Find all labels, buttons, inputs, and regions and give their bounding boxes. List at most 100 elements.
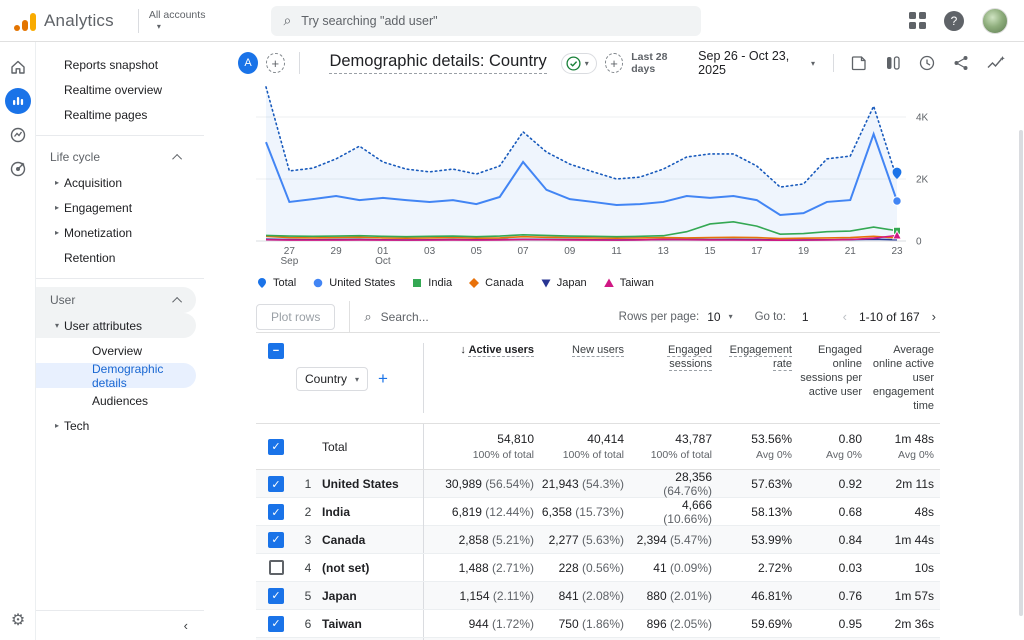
search-placeholder: Try searching "add user" — [301, 14, 437, 28]
column-header-engaged-sessions[interactable]: Engaged sessions — [630, 343, 718, 371]
plot-rows-button[interactable]: Plot rows — [256, 304, 335, 330]
sidebar-item-label: Reports snapshot — [64, 58, 158, 72]
chevron-down-icon[interactable]: ▾ — [729, 312, 733, 321]
sidebar-item-retention[interactable]: Retention — [36, 245, 196, 270]
divider — [138, 9, 139, 33]
rail-home-button[interactable] — [5, 54, 31, 80]
column-label: Active users — [469, 344, 534, 356]
date-range-picker[interactable]: Sep 26 - Oct 23, 2025 — [698, 49, 797, 77]
metric-value: 750 — [559, 617, 579, 631]
row-number: 6 — [296, 617, 320, 631]
page-scrollbar[interactable] — [1019, 130, 1023, 616]
metric-value: 0.76 — [839, 589, 862, 603]
select-all-checkbox[interactable]: − — [268, 343, 284, 359]
sidebar-item-audiences[interactable]: Audiences — [36, 388, 196, 413]
metric-value: 228 — [559, 561, 579, 575]
report-status-badge[interactable]: ▾ — [561, 53, 597, 74]
chevron-up-icon — [172, 296, 182, 306]
sidebar-item-tech[interactable]: ▸Tech — [36, 413, 196, 438]
legend-item-united-states[interactable]: United States — [312, 277, 395, 289]
legend-item-taiwan[interactable]: Taiwan — [603, 277, 654, 289]
triangle-up-icon — [603, 277, 615, 289]
sidebar-item-user-attributes[interactable]: ▾User attributes — [36, 313, 196, 338]
row-checkbox[interactable]: ✓ — [268, 616, 284, 632]
trend-chart[interactable]: 4K2K027Sep2901Oct0305070911131517192123 — [256, 84, 940, 266]
apps-grid-icon[interactable] — [909, 12, 926, 29]
row-checkbox[interactable]: ✓ — [268, 476, 284, 492]
compare-icon[interactable] — [884, 54, 902, 72]
column-label: New users — [572, 344, 624, 356]
admin-gear-icon[interactable]: ⚙ — [0, 610, 36, 630]
go-to-input[interactable]: 1 — [794, 308, 817, 326]
collapse-arrow-icon: ▸ — [50, 178, 64, 187]
column-header-active-users[interactable]: ↓ Active users — [424, 343, 540, 357]
column-header-average-online-active-user-engagement-time[interactable]: Average online active user engagement ti… — [868, 343, 940, 413]
sidebar-item-overview[interactable]: Overview — [36, 338, 196, 363]
row-checkbox[interactable]: ✓ — [268, 504, 284, 520]
table-search-input[interactable]: ⌕ Search... — [364, 309, 428, 325]
legend-item-total[interactable]: Total — [256, 277, 296, 289]
column-header-engaged-online-sessions-per-active-user[interactable]: Engaged online sessions per active user — [798, 343, 868, 399]
add-report-button[interactable]: + — [605, 53, 623, 73]
metric-cell: 880 (2.01%) — [630, 589, 718, 603]
row-number: 1 — [296, 477, 320, 491]
divider — [349, 301, 350, 333]
sidebar-item-reports-snapshot[interactable]: Reports snapshot — [36, 52, 196, 77]
totals-checkbox[interactable]: ✓ — [268, 439, 284, 455]
metric-cell: 1m 44s — [868, 533, 940, 547]
divider — [299, 52, 300, 74]
expand-arrow-icon: ▾ — [50, 321, 64, 330]
insights-clock-icon[interactable] — [918, 54, 936, 72]
notes-icon[interactable] — [850, 54, 868, 72]
table-row--not-set-: 4(not set)1,488 (2.71%)228 (0.56%)41 (0.… — [256, 554, 940, 582]
metric-cell: 228 (0.56%) — [540, 561, 630, 575]
sidebar-section-user[interactable]: User — [36, 287, 196, 313]
row-checkbox[interactable]: ✓ — [268, 532, 284, 548]
metric-percent: (5.63%) — [582, 533, 624, 547]
legend-item-canada[interactable]: Canada — [468, 277, 524, 289]
prev-page-icon[interactable]: ‹ — [839, 309, 851, 324]
collapse-sidebar-button[interactable]: ‹ — [36, 610, 204, 640]
rail-advertising-button[interactable] — [5, 156, 31, 182]
report-title[interactable]: Demographic details: Country — [329, 52, 546, 74]
user-avatar[interactable] — [982, 8, 1008, 34]
global-search-input[interactable]: ⌕ Try searching "add user" — [271, 6, 701, 36]
sidebar-item-label: Acquisition — [64, 176, 122, 190]
sidebar-item-realtime-pages[interactable]: Realtime pages — [36, 102, 196, 127]
metric-value: 0.68 — [839, 505, 862, 519]
rail-explore-button[interactable] — [5, 122, 31, 148]
trending-insights-icon[interactable] — [986, 54, 1006, 72]
account-switcher[interactable]: All accounts ▾ — [149, 10, 206, 32]
svg-text:17: 17 — [751, 246, 763, 257]
sidebar-item-engagement[interactable]: ▸Engagement — [36, 195, 196, 220]
rail-reports-button[interactable] — [5, 88, 31, 114]
metric-value: 58.13% — [751, 505, 792, 519]
metric-cell: 4,666 (10.66%) — [630, 498, 718, 526]
row-checkbox[interactable] — [269, 560, 284, 575]
legend-item-japan[interactable]: Japan — [540, 277, 587, 289]
metric-percent: (0.56%) — [582, 561, 624, 575]
sidebar-item-monetization[interactable]: ▸Monetization — [36, 220, 196, 245]
add-comparison-button[interactable]: + — [266, 53, 284, 73]
add-metric-button[interactable]: + — [378, 369, 388, 389]
sidebar-item-realtime-overview[interactable]: Realtime overview — [36, 77, 196, 102]
sidebar-item-acquisition[interactable]: ▸Acquisition — [36, 170, 196, 195]
rows-per-page-select[interactable]: 10 — [707, 310, 720, 324]
collapse-arrow-icon: ▸ — [50, 228, 64, 237]
sidebar-section-life-cycle[interactable]: Life cycle — [36, 144, 196, 170]
column-header-engagement-rate[interactable]: Engagement rate — [718, 343, 798, 371]
metric-value: 10s — [915, 561, 934, 575]
share-icon[interactable] — [952, 54, 970, 72]
sidebar-item-demographic-details[interactable]: Demographic details — [36, 363, 196, 388]
dimension-select[interactable]: Country ▾ — [296, 367, 368, 391]
next-page-icon[interactable]: › — [928, 309, 940, 324]
help-icon[interactable]: ? — [944, 11, 964, 31]
legend-item-india[interactable]: India — [411, 277, 452, 289]
table-row-united-states: ✓1United States30,989 (56.54%)21,943 (54… — [256, 470, 940, 498]
column-header-new-users[interactable]: New users — [540, 343, 630, 357]
totals-metric-cell: 1m 48sAvg 0% — [868, 432, 940, 461]
metric-value: 2m 36s — [895, 617, 934, 631]
row-checkbox[interactable]: ✓ — [268, 588, 284, 604]
metric-value: 2.72% — [758, 561, 792, 575]
report-builder-avatar[interactable]: A — [238, 52, 258, 74]
